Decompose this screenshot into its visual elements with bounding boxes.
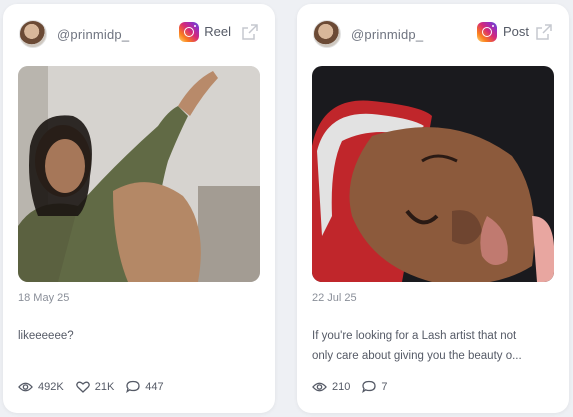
comments-count: 447 xyxy=(145,380,164,393)
comments-stat: 447 xyxy=(126,380,164,393)
instagram-icon xyxy=(477,22,497,42)
post-stats: 492K 21K 447 xyxy=(18,380,176,393)
comments-count: 7 xyxy=(381,380,388,393)
username[interactable]: @prinmidp_ xyxy=(57,27,129,42)
caption-line: only care about giving you the beauty o.… xyxy=(312,350,522,362)
avatar[interactable] xyxy=(313,20,341,48)
post-type-label: Post xyxy=(502,24,529,39)
post-card[interactable]: @prinmidp_ Post 22 Jul 25 If you're look… xyxy=(297,4,569,413)
card-header: @prinmidp_ Reel xyxy=(19,20,259,48)
card-header: @prinmidp_ Post xyxy=(313,20,553,48)
username[interactable]: @prinmidp_ xyxy=(351,27,423,42)
views-count: 492K xyxy=(38,380,64,393)
post-card[interactable]: @prinmidp_ Reel 18 May 25 likeeeeee? 492… xyxy=(3,4,275,413)
eye-icon xyxy=(18,382,33,391)
post-caption: likeeeeee? xyxy=(18,330,74,342)
post-date: 18 May 25 xyxy=(18,292,70,304)
comments-stat: 7 xyxy=(362,380,387,393)
eye-icon xyxy=(312,382,327,391)
instagram-icon xyxy=(179,22,199,42)
post-stats: 210 7 xyxy=(312,380,399,393)
post-thumbnail[interactable] xyxy=(18,66,260,282)
likes-stat: 21K xyxy=(75,380,115,393)
comment-icon xyxy=(362,380,377,393)
views-stat: 492K xyxy=(18,381,64,393)
post-caption: If you're looking for a Lash artist that… xyxy=(312,326,553,366)
external-link-icon[interactable] xyxy=(241,23,259,41)
post-thumbnail[interactable] xyxy=(312,66,554,282)
avatar[interactable] xyxy=(19,20,47,48)
views-count: 210 xyxy=(332,380,351,393)
thumbnail-image xyxy=(312,66,554,282)
external-link-icon[interactable] xyxy=(535,23,553,41)
post-date: 22 Jul 25 xyxy=(312,292,357,304)
thumbnail-image xyxy=(18,66,260,282)
heart-icon xyxy=(75,381,90,393)
views-stat: 210 xyxy=(312,381,350,393)
likes-count: 21K xyxy=(94,380,115,393)
caption-line: If you're looking for a Lash artist that… xyxy=(312,330,517,342)
post-type-label: Reel xyxy=(204,24,231,39)
comment-icon xyxy=(126,380,140,393)
